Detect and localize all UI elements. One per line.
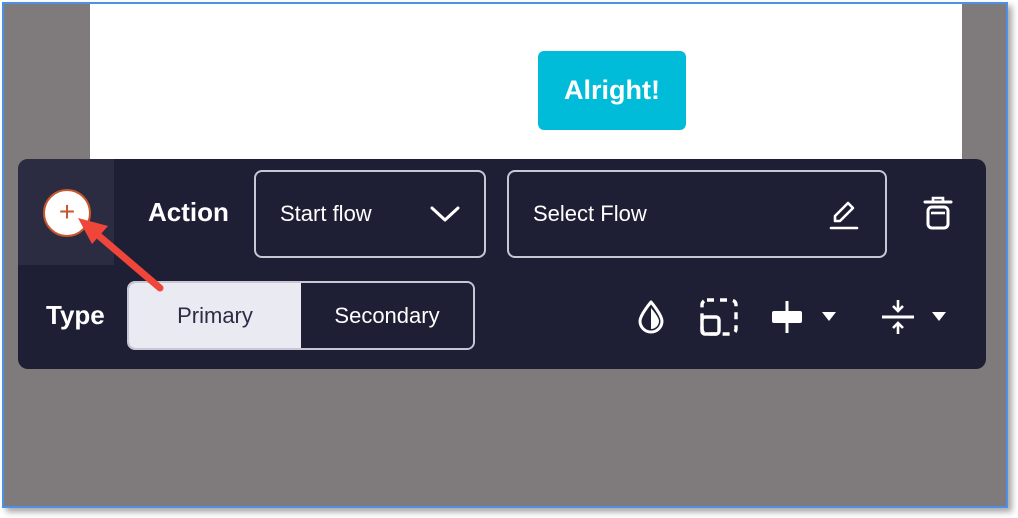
type-segmented-control: Primary Secondary: [127, 281, 475, 350]
editor-backdrop: Alright! + Action Start flow Select Flow: [2, 2, 1008, 508]
droplet-icon[interactable]: [633, 297, 669, 337]
screenshot-frame: Alright! + Action Start flow Select Flow: [0, 0, 1018, 518]
action-select[interactable]: Start flow: [254, 170, 486, 258]
add-action-button[interactable]: +: [43, 189, 91, 237]
type-option-secondary[interactable]: Secondary: [301, 283, 473, 348]
add-action-cell: +: [18, 159, 114, 265]
spacing-icon[interactable]: [880, 297, 952, 337]
type-option-primary[interactable]: Primary: [129, 283, 301, 348]
flow-select[interactable]: Select Flow: [507, 170, 887, 258]
flow-select-value: Select Flow: [533, 201, 647, 226]
button-settings-toolbar: + Action Start flow Select Flow Type Pri…: [18, 159, 986, 369]
resize-icon[interactable]: [698, 297, 740, 337]
align-center-icon[interactable]: [770, 297, 842, 337]
chevron-down-icon: [430, 205, 460, 223]
type-label: Type: [46, 300, 105, 330]
alright-button[interactable]: Alright!: [538, 51, 686, 130]
plus-icon: +: [58, 196, 76, 227]
action-select-value: Start flow: [280, 201, 372, 226]
pencil-icon[interactable]: [827, 197, 861, 231]
trash-icon[interactable]: [918, 193, 958, 233]
action-label: Action: [148, 197, 229, 227]
